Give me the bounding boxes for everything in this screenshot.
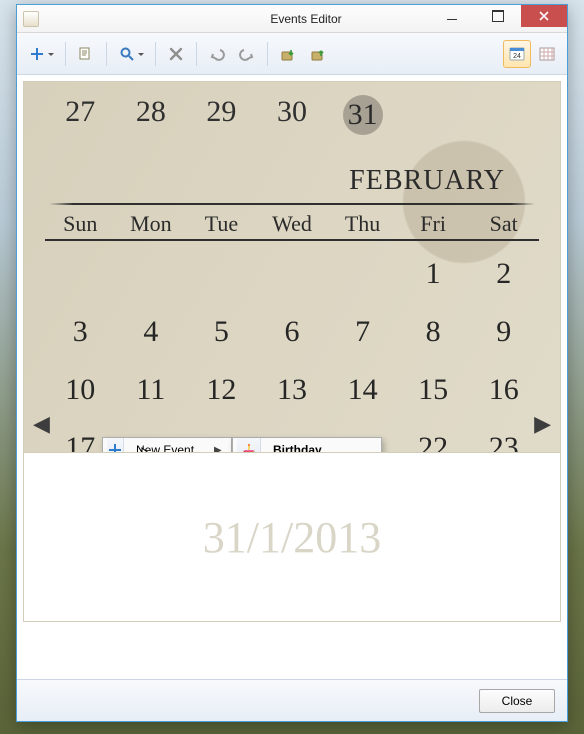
- weekday-header: Wed: [257, 211, 328, 241]
- day-cell[interactable]: 1: [398, 257, 469, 291]
- selected-date-display: 31/1/2013: [203, 512, 381, 563]
- undo-icon: [209, 46, 225, 62]
- window-controls: [429, 5, 567, 27]
- weekday-header: Sat: [468, 211, 539, 241]
- weekday-header: Mon: [116, 211, 187, 241]
- redo-icon: [239, 46, 255, 62]
- separator: [267, 42, 268, 66]
- minimize-button[interactable]: [429, 5, 475, 27]
- weekday-header: Sun: [45, 211, 116, 241]
- trailing-days-row: 2728293031: [45, 95, 539, 135]
- separator: [65, 42, 66, 66]
- calendar-panel: 2728293031 FEBRUARY SunMonTueWedThuFriSa…: [17, 75, 567, 628]
- day-cell[interactable]: 13: [257, 373, 328, 407]
- trailing-day-cell[interactable]: 28: [116, 95, 187, 135]
- day-cell[interactable]: 5: [186, 315, 257, 349]
- day-cell[interactable]: 3: [45, 315, 116, 349]
- zoom-button[interactable]: [113, 40, 149, 68]
- maximize-button[interactable]: [475, 5, 521, 27]
- weekday-header: Thu: [327, 211, 398, 241]
- grid-icon: [539, 46, 555, 62]
- dialog-button-bar: Close: [17, 679, 567, 721]
- day-cell[interactable]: 12: [186, 373, 257, 407]
- view-calendar-button[interactable]: 24: [503, 40, 531, 68]
- separator: [106, 42, 107, 66]
- close-icon: [538, 10, 550, 22]
- weekday-header-row: SunMonTueWedThuFriSat: [45, 211, 539, 241]
- redo-button[interactable]: [233, 40, 261, 68]
- weekday-header: Tue: [186, 211, 257, 241]
- day-cell[interactable]: 7: [327, 315, 398, 349]
- day-cell[interactable]: 2: [468, 257, 539, 291]
- export-icon: [310, 46, 326, 62]
- add-event-button[interactable]: [23, 40, 59, 68]
- import-button[interactable]: [274, 40, 302, 68]
- weekday-header: Fri: [398, 211, 469, 241]
- trailing-day-cell[interactable]: 27: [45, 95, 116, 135]
- import-icon: [280, 46, 296, 62]
- close-button[interactable]: Close: [479, 689, 555, 713]
- day-cell[interactable]: 11: [116, 373, 187, 407]
- day-cell[interactable]: 6: [257, 315, 328, 349]
- toolbar: 24: [17, 33, 567, 75]
- selected-date-panel: 31/1/2013: [23, 452, 561, 622]
- events-editor-window: Events Editor: [16, 4, 568, 722]
- day-cell[interactable]: 10: [45, 373, 116, 407]
- next-month-button[interactable]: ▶: [534, 411, 551, 437]
- magnifier-icon: [119, 46, 135, 62]
- trailing-day-cell[interactable]: 31: [327, 95, 398, 135]
- undo-button[interactable]: [203, 40, 231, 68]
- close-button-label: Close: [502, 694, 533, 708]
- app-icon: [23, 11, 39, 27]
- edit-icon: [78, 46, 94, 62]
- separator: [155, 42, 156, 66]
- trailing-day-cell[interactable]: 30: [257, 95, 328, 135]
- day-cell[interactable]: 9: [468, 315, 539, 349]
- day-cell[interactable]: 15: [398, 373, 469, 407]
- divider: [49, 203, 535, 205]
- plus-icon: [29, 46, 45, 62]
- window-close-button[interactable]: [521, 5, 567, 27]
- edit-button[interactable]: [72, 40, 100, 68]
- day-cell[interactable]: 4: [116, 315, 187, 349]
- day-cell[interactable]: 8: [398, 315, 469, 349]
- delete-button[interactable]: [162, 40, 190, 68]
- separator: [196, 42, 197, 66]
- month-label: FEBRUARY: [45, 165, 539, 197]
- day-cell[interactable]: 16: [468, 373, 539, 407]
- titlebar: Events Editor: [17, 5, 567, 33]
- day-cell[interactable]: 14: [327, 373, 398, 407]
- trailing-day-cell[interactable]: 29: [186, 95, 257, 135]
- export-button[interactable]: [304, 40, 332, 68]
- svg-text:24: 24: [513, 53, 521, 60]
- calendar-icon: 24: [509, 46, 525, 62]
- x-icon: [168, 46, 184, 62]
- view-list-button[interactable]: [533, 40, 561, 68]
- prev-month-button[interactable]: ◀: [33, 411, 50, 437]
